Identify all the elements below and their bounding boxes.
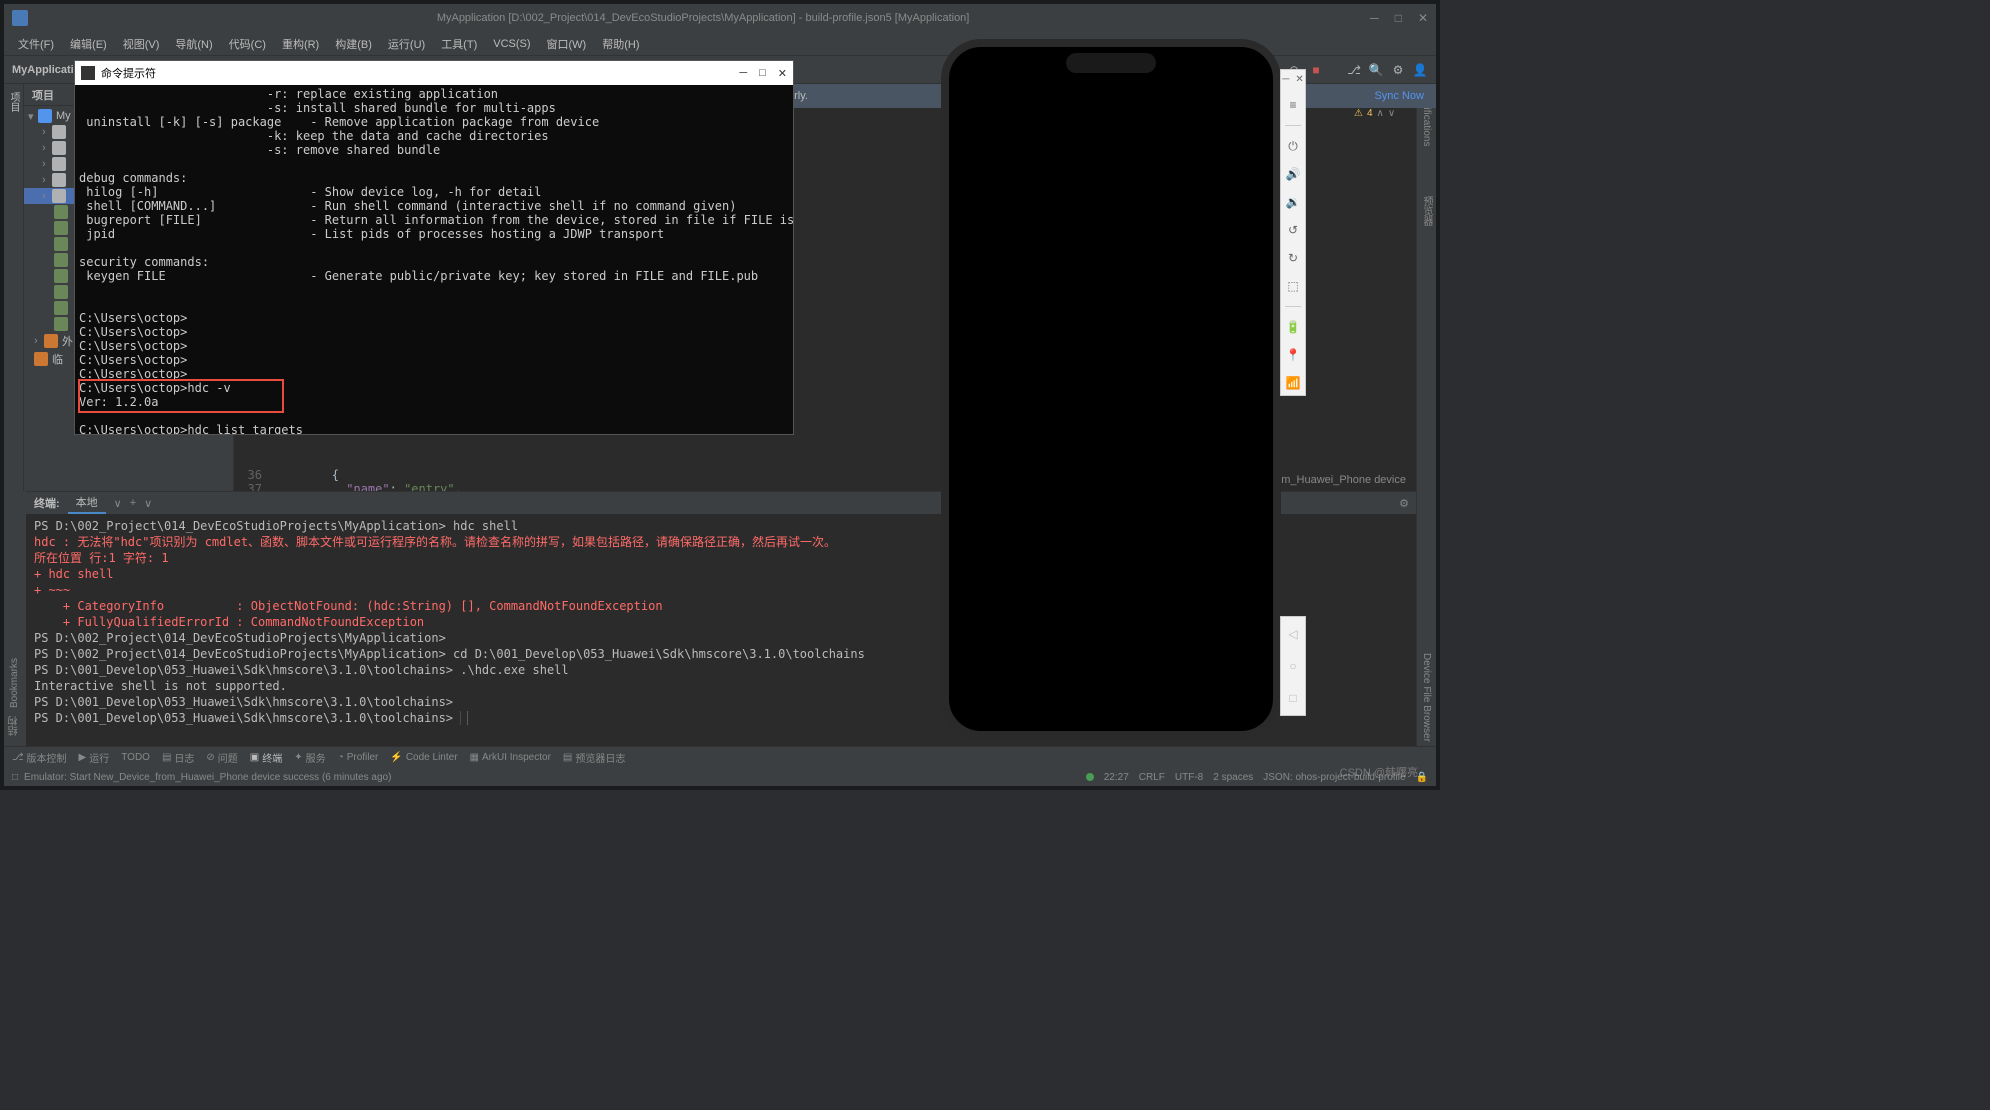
status-indicator-icon [1086, 773, 1094, 781]
emu-network-icon[interactable]: 📶 [1285, 375, 1301, 391]
log-tool-button[interactable]: ▤日志 [162, 750, 194, 765]
emu-close-icon[interactable]: ✕ [1295, 74, 1303, 85]
todo-tool-button[interactable]: TODO [121, 752, 150, 763]
emu-volume-down-icon[interactable]: 🔉 [1285, 194, 1301, 210]
menu-view[interactable]: 视图(V) [117, 34, 166, 54]
arkui-icon: ▦ [470, 752, 479, 763]
terminal-tab-local[interactable]: 本地 [68, 492, 106, 514]
emu-rotate-left-icon[interactable]: ↺ [1285, 222, 1301, 238]
cmd-icon [81, 66, 95, 80]
terminal-tool-button[interactable]: ▣终端 [250, 750, 282, 765]
emulator-nav-toolbar: ◁ ○ □ [1280, 616, 1306, 716]
cmd-title: 命令提示符 [101, 65, 739, 81]
menu-code[interactable]: 代码(C) [223, 34, 272, 54]
git-icon[interactable]: ⎇ [1346, 62, 1362, 78]
command-prompt-window: 命令提示符 ─ □ ✕ -r: replace existing applica… [74, 60, 794, 435]
menu-file[interactable]: 文件(F) [12, 34, 60, 54]
stop-icon[interactable]: ■ [1308, 62, 1324, 78]
tool-windows-icon[interactable]: □ [12, 772, 18, 783]
menu-edit[interactable]: 编辑(E) [64, 34, 113, 54]
services-icon: ✦ [294, 752, 302, 763]
terminal-icon: ▣ [250, 752, 259, 763]
run-tool-button[interactable]: ▶运行 [79, 750, 110, 765]
linter-icon: ⚡ [390, 752, 402, 763]
terminal-add-button[interactable]: + [130, 497, 136, 509]
structure-tab[interactable]: 结构 [7, 716, 22, 736]
menu-build[interactable]: 构建(B) [329, 34, 378, 54]
device-file-browser-tab[interactable]: Device File Browser [1419, 649, 1434, 746]
arkui-tool-button[interactable]: ▦ArkUI Inspector [470, 752, 551, 763]
menu-vcs[interactable]: VCS(S) [487, 36, 536, 52]
vcs-tool-button[interactable]: ⎇版本控制 [12, 750, 67, 765]
profiler-icon: ◔ [338, 752, 344, 763]
profiler-tool-button[interactable]: ◔Profiler [338, 752, 379, 763]
emu-power-icon[interactable]: ⏻ [1285, 138, 1301, 154]
project-panel-tab[interactable]: 项目 [4, 88, 23, 116]
menu-tools[interactable]: 工具(T) [435, 34, 483, 54]
window-title: MyApplication [D:\002_Project\014_DevEco… [36, 12, 1370, 24]
status-indent[interactable]: 2 spaces [1213, 772, 1253, 783]
emu-rotate-right-icon[interactable]: ↻ [1285, 250, 1301, 266]
emu-back-icon[interactable]: ◁ [1288, 627, 1297, 641]
close-icon[interactable]: ✕ [1418, 11, 1428, 25]
previewer-tab[interactable]: 预览器 [1417, 192, 1436, 230]
cmd-highlight-box [78, 379, 284, 413]
avatar-icon[interactable]: 👤 [1412, 62, 1428, 78]
menu-window[interactable]: 窗口(W) [541, 34, 593, 54]
branch-icon: ⎇ [12, 752, 24, 763]
right-tool-strip: Notifications 预览器 Device File Browser [1416, 84, 1436, 746]
menu-help[interactable]: 帮助(H) [596, 34, 645, 54]
minimize-icon[interactable]: ─ [1370, 11, 1379, 25]
problems-icon: ⊘ [206, 752, 214, 763]
watermark: CSDN @韩曙亮 [1340, 764, 1418, 780]
terminal-settings-icon[interactable]: ⚙ [1399, 497, 1409, 510]
settings-icon[interactable]: ⚙ [1390, 62, 1406, 78]
menu-refactor[interactable]: 重构(R) [276, 34, 325, 54]
emulator-device[interactable] [941, 39, 1281, 739]
project-tree-title: 项目 [32, 87, 54, 103]
cmd-maximize-icon[interactable]: □ [759, 67, 766, 80]
emulator-notch [1066, 53, 1156, 73]
play-icon: ▶ [79, 752, 87, 763]
emulator-toolbar: ─ ✕ ≡ ⏻ 🔊 🔉 ↺ ↻ ⬚ 🔋 📍 📶 [1280, 69, 1306, 396]
menu-navigate[interactable]: 导航(N) [169, 34, 218, 54]
warning-icon: ⚠ [1354, 108, 1363, 119]
status-bar: □ Emulator: Start New_Device_from_Huawei… [4, 768, 1436, 786]
preview-log-tool-button[interactable]: ▤预览器日志 [563, 750, 625, 765]
emu-recents-icon[interactable]: □ [1289, 691, 1296, 705]
status-encoding[interactable]: UTF-8 [1175, 772, 1203, 783]
bottom-tool-bar: ⎇版本控制 ▶运行 TODO ▤日志 ⊘问题 ▣终端 ✦服务 ◔Profiler… [4, 746, 1436, 768]
next-highlight-icon[interactable]: ∨ [1388, 108, 1395, 119]
prev-highlight-icon[interactable]: ∧ [1377, 108, 1384, 119]
line-number: 36 [234, 468, 274, 482]
code-linter-tool-button[interactable]: ⚡Code Linter [390, 752, 457, 763]
cmd-minimize-icon[interactable]: ─ [739, 67, 747, 80]
log-icon: ▤ [162, 752, 171, 763]
terminal-label: 终端: [34, 495, 60, 511]
problems-tool-button[interactable]: ⊘问题 [206, 750, 237, 765]
bookmarks-tab[interactable]: Bookmarks [9, 658, 20, 708]
emu-menu-icon[interactable]: ≡ [1285, 97, 1301, 113]
editor-inspection-widget[interactable]: ⚠ 4 ∧ ∨ [1354, 108, 1414, 119]
status-line-ending[interactable]: CRLF [1139, 772, 1165, 783]
emu-home-icon[interactable]: ○ [1289, 659, 1296, 673]
cmd-close-icon[interactable]: ✕ [778, 67, 787, 80]
emu-screenshot-icon[interactable]: ⬚ [1285, 278, 1301, 294]
menu-run[interactable]: 运行(U) [382, 34, 431, 54]
app-logo-icon [12, 10, 28, 26]
status-time: 22:27 [1104, 772, 1129, 783]
emu-minimize-icon[interactable]: ─ [1282, 74, 1289, 85]
sync-now-button[interactable]: Sync Now [1374, 90, 1424, 102]
search-icon[interactable]: 🔍 [1368, 62, 1384, 78]
title-bar: MyApplication [D:\002_Project\014_DevEco… [4, 4, 1436, 32]
emu-volume-up-icon[interactable]: 🔊 [1285, 166, 1301, 182]
preview-icon: ▤ [563, 752, 572, 763]
emu-location-icon[interactable]: 📍 [1285, 347, 1301, 363]
maximize-icon[interactable]: □ [1395, 11, 1402, 25]
services-tool-button[interactable]: ✦服务 [294, 750, 325, 765]
status-message: Emulator: Start New_Device_from_Huawei_P… [24, 772, 1086, 783]
emu-battery-icon[interactable]: 🔋 [1285, 319, 1301, 335]
